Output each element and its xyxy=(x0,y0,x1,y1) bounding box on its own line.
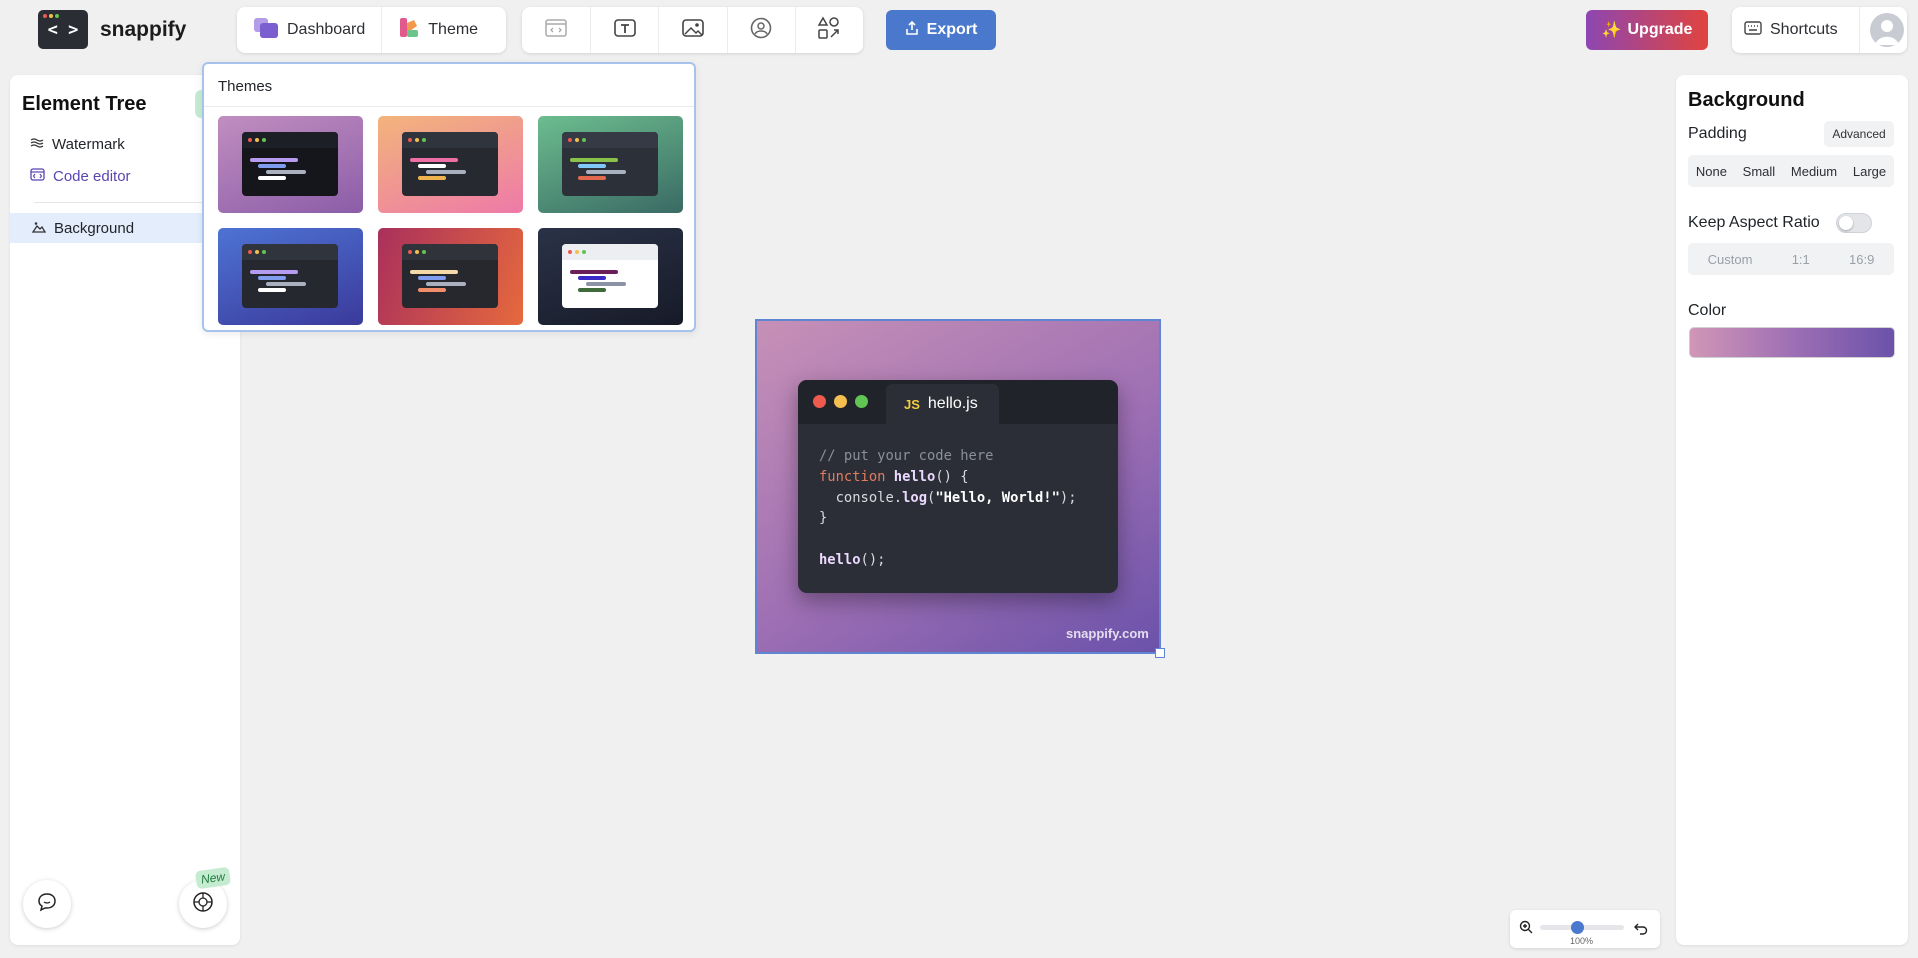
theme-preview-window xyxy=(242,132,338,196)
app-logo[interactable]: < > xyxy=(38,10,88,49)
close-dot xyxy=(813,395,826,408)
tree-item-label: Code editor xyxy=(53,167,131,185)
window-tool-button[interactable] xyxy=(522,7,590,53)
theme-option-5[interactable] xyxy=(378,228,523,325)
themes-popup: Themes xyxy=(202,62,696,332)
main-nav: Dashboard Theme xyxy=(237,7,506,53)
code-window-header: JS hello.js xyxy=(798,380,1118,424)
code-line: // put your code here xyxy=(819,448,994,464)
code-editor-window[interactable]: JS hello.js // put your code here functio… xyxy=(798,380,1118,593)
aspect-ratio-label: Keep Aspect Ratio xyxy=(1688,214,1820,231)
dashboard-button[interactable]: Dashboard xyxy=(237,7,381,53)
upgrade-label: Upgrade xyxy=(1627,21,1693,38)
avatar-tool-button[interactable] xyxy=(726,7,795,53)
padding-option-large[interactable]: Large xyxy=(1853,164,1886,179)
sparkle-icon: ✨ xyxy=(1601,22,1622,39)
background-panel: Background Padding Advanced None Small M… xyxy=(1676,75,1908,945)
theme-option-2[interactable] xyxy=(378,116,523,213)
insert-toolbar xyxy=(522,7,863,53)
shortcuts-group: Shortcuts xyxy=(1732,7,1907,53)
user-avatar[interactable] xyxy=(1870,13,1904,47)
avatar-icon xyxy=(750,17,772,44)
upgrade-button[interactable]: ✨ Upgrade xyxy=(1586,10,1708,50)
share-icon xyxy=(905,20,919,40)
landscape-icon xyxy=(31,220,47,237)
app-name: snappify xyxy=(100,18,187,41)
shortcuts-label: Shortcuts xyxy=(1770,21,1838,38)
theme-preview-window xyxy=(242,244,338,308)
export-label: Export xyxy=(926,21,978,38)
shortcuts-button[interactable]: Shortcuts xyxy=(1732,7,1860,53)
zoom-slider-thumb[interactable] xyxy=(1571,921,1585,934)
themes-divider xyxy=(204,106,694,107)
globe-icon xyxy=(192,891,214,918)
tree-item-label: Background xyxy=(54,219,135,237)
watermark-text[interactable]: snappify.com xyxy=(1066,626,1149,641)
aspect-option-1-1[interactable]: 1:1 xyxy=(1792,252,1810,267)
color-label: Color xyxy=(1688,302,1727,319)
zoom-control: 100% xyxy=(1510,910,1660,948)
aspect-option-16-9[interactable]: 16:9 xyxy=(1849,252,1874,267)
code-line: } xyxy=(819,510,828,527)
code-line: function hello() { xyxy=(819,468,969,485)
aspect-ratio-toggle[interactable] xyxy=(1836,213,1872,233)
image-tool-button[interactable] xyxy=(658,7,726,53)
theme-option-4[interactable] xyxy=(218,228,363,325)
logo-glyph: < > xyxy=(47,19,79,40)
theme-option-6[interactable] xyxy=(538,228,683,325)
theme-button[interactable]: Theme xyxy=(381,7,494,53)
text-tool-button[interactable] xyxy=(590,7,658,53)
file-tab[interactable]: JS hello.js xyxy=(886,384,999,424)
theme-preview-window xyxy=(402,132,498,196)
waves-icon xyxy=(30,136,44,153)
padding-label: Padding xyxy=(1688,125,1747,142)
padding-selector: None Small Medium Large xyxy=(1688,155,1894,187)
shapes-tool-button[interactable] xyxy=(794,7,863,53)
toggle-knob xyxy=(1839,216,1853,230)
code-line: console.log("Hello, World!"); xyxy=(819,489,1077,506)
padding-option-none[interactable]: None xyxy=(1696,164,1727,179)
zoom-percentage: 100% xyxy=(1570,936,1594,946)
palette-icon xyxy=(398,17,420,44)
padding-option-small[interactable]: Small xyxy=(1743,164,1776,179)
theme-label: Theme xyxy=(428,21,479,38)
theme-preview-window xyxy=(402,244,498,308)
js-file-icon: JS xyxy=(904,396,920,412)
theme-option-3[interactable] xyxy=(538,116,683,213)
aspect-option-custom[interactable]: Custom xyxy=(1708,252,1753,267)
element-tree-title: Element Tree xyxy=(22,93,147,115)
panel-title: Background xyxy=(1688,89,1805,111)
code-content[interactable]: // put your code here function hello() { … xyxy=(819,446,1077,571)
tree-item-label: Watermark xyxy=(52,135,125,153)
theme-preview-window xyxy=(562,132,658,196)
chat-icon xyxy=(37,892,57,917)
shapes-icon xyxy=(817,15,841,45)
theme-option-1[interactable] xyxy=(218,116,363,213)
minimize-dot xyxy=(834,395,847,408)
dashboard-icon xyxy=(253,17,279,44)
keyboard-icon xyxy=(1744,20,1762,40)
file-name: hello.js xyxy=(927,395,978,412)
image-icon xyxy=(682,18,704,43)
text-icon xyxy=(613,18,636,43)
user-icon xyxy=(1875,20,1899,45)
advanced-button[interactable]: Advanced xyxy=(1824,121,1894,147)
export-button[interactable]: Export xyxy=(886,10,996,50)
color-picker-swatch[interactable] xyxy=(1689,327,1895,358)
window-icon xyxy=(545,18,567,42)
zoom-in-icon[interactable] xyxy=(1519,920,1533,939)
dashboard-label: Dashboard xyxy=(287,21,366,38)
resize-handle[interactable] xyxy=(1155,648,1165,658)
reset-zoom-icon[interactable] xyxy=(1634,921,1648,940)
code-window-icon xyxy=(30,167,45,185)
padding-option-medium[interactable]: Medium xyxy=(1791,164,1837,179)
code-line: hello(); xyxy=(819,551,886,568)
feedback-button[interactable] xyxy=(23,880,71,928)
logo-dots xyxy=(43,14,59,18)
aspect-ratio-selector: Custom 1:1 16:9 xyxy=(1688,243,1894,275)
themes-title: Themes xyxy=(218,78,273,95)
theme-preview-window xyxy=(562,244,658,308)
maximize-dot xyxy=(855,395,868,408)
